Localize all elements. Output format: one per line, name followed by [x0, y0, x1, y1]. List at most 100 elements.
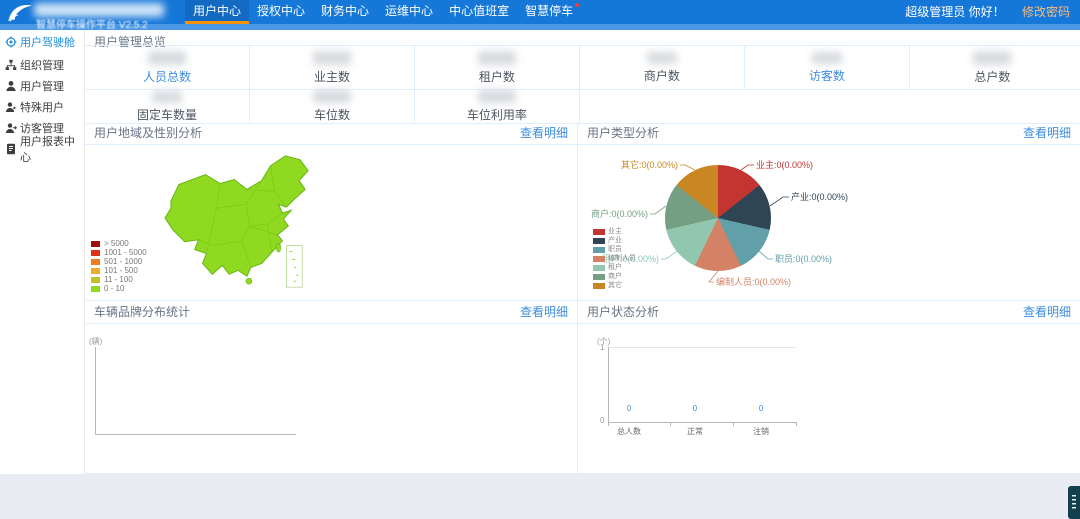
legend-label: 11 - 100 — [104, 275, 133, 284]
hainan-shape — [246, 278, 252, 284]
stat-label: 商户数 — [644, 67, 680, 84]
legend-swatch — [91, 277, 100, 283]
nav-tab-label: 用户中心 — [193, 4, 241, 18]
view-detail-link[interactable]: 查看明细 — [1023, 122, 1071, 144]
x-axis-line — [95, 434, 296, 435]
legend-swatch — [593, 256, 605, 262]
legend-swatch — [593, 238, 605, 244]
nav-tab-label: 财务中心 — [321, 4, 369, 18]
nav-tab-label: 智慧停车 — [525, 4, 573, 18]
pie-label-staff: 职员:0(0.00%) — [775, 254, 832, 264]
view-detail-link[interactable]: 查看明细 — [1023, 301, 1071, 323]
topbar-strip — [0, 24, 1080, 30]
stat-label: 总户数 — [974, 68, 1010, 85]
change-password-link[interactable]: 修改密码 — [1022, 5, 1070, 19]
stat-value-blurred — [973, 51, 1011, 65]
y-tick-1: 1 — [600, 343, 604, 352]
new-badge-dot — [575, 3, 579, 7]
stat-label[interactable]: 人员总数 — [143, 68, 191, 85]
view-detail-link[interactable]: 查看明细 — [520, 122, 568, 144]
y-axis-unit: (辆) — [89, 336, 102, 347]
sidebar-item-org-management[interactable]: 组织管理 — [0, 54, 84, 75]
legend-swatch — [593, 229, 605, 235]
stat-total-persons: 人员总数 — [85, 46, 250, 89]
sidebar-item-user-management[interactable]: 用户管理 — [0, 75, 84, 96]
stat-value-blurred — [647, 52, 677, 64]
user-type-pie-chart[interactable] — [665, 165, 771, 271]
sidebar-item-label: 特殊用户 — [20, 99, 64, 115]
legend-label: 1001 - 5000 — [104, 248, 147, 257]
nav-tab-auth-center[interactable]: 授权中心 — [249, 0, 313, 24]
nav-tab-smart-parking[interactable]: 智慧停车 — [517, 0, 581, 24]
helm-icon — [5, 36, 17, 48]
panel-header: 用户地域及性别分析 查看明细 — [85, 122, 577, 145]
stat-label[interactable]: 访客数 — [809, 67, 845, 84]
stat-space-utilization: 车位利用率 — [415, 90, 580, 123]
x-category: 注销 — [730, 426, 792, 437]
legend-swatch — [593, 283, 605, 289]
map-legend-item[interactable]: 1001 - 5000 — [91, 248, 147, 257]
topbar-right: 超级管理员 你好！ 修改密码 — [905, 0, 1070, 24]
nav-tab-label: 运维中心 — [385, 4, 433, 18]
x-axis-line — [608, 422, 796, 423]
logo-subtitle: 智慧停车操作平台 V2.5.2 — [36, 16, 148, 30]
legend-label: 产业 — [608, 236, 622, 245]
panel-title: 用户地域及性别分析 — [94, 126, 202, 140]
gridline-top — [608, 347, 796, 348]
main-nav: 用户中心 授权中心 财务中心 运维中心 中心值班室 智慧停车 — [185, 0, 581, 24]
legend-label: 101 - 500 — [104, 266, 138, 275]
legend-label: 0 - 10 — [104, 284, 124, 293]
page-footer — [0, 474, 1080, 519]
pie-label-establishment: 编制人员:0(0.00%) — [716, 277, 791, 287]
panel-header: 用户状态分析 查看明细 — [578, 301, 1080, 324]
pie-legend-item[interactable]: 其它 — [593, 281, 636, 290]
sidebar-item-special-users[interactable]: 特殊用户 — [0, 96, 84, 117]
nav-tab-user-center[interactable]: 用户中心 — [185, 0, 249, 24]
map-legend-item[interactable]: 501 - 1000 — [91, 257, 147, 266]
nav-tab-ops-center[interactable]: 运维中心 — [377, 0, 441, 24]
x-category: 总人数 — [598, 426, 660, 437]
nav-tab-label: 中心值班室 — [449, 4, 509, 18]
map-legend-item[interactable]: 0 - 10 — [91, 284, 147, 293]
pie-legend-item[interactable]: 产业 — [593, 236, 636, 245]
sidebar: 用户驾驶舱 组织管理 用户管理 特殊用户 — [0, 30, 85, 474]
stat-fixed-cars: 固定车数量 — [85, 90, 250, 123]
user-greeting: 超级管理员 你好！ — [905, 5, 1004, 19]
sidebar-item-user-reports[interactable]: 用户报表中心 — [0, 138, 84, 159]
pie-legend-item[interactable]: 编制人员 — [593, 254, 636, 263]
user-icon — [5, 80, 17, 92]
legend-label: 其它 — [608, 281, 622, 290]
stat-tenants: 租户数 — [415, 46, 580, 89]
pie-legend-item[interactable]: 租户 — [593, 263, 636, 272]
china-map[interactable] — [115, 147, 365, 295]
pie-legend-item[interactable]: 商户 — [593, 272, 636, 281]
sidebar-item-user-cockpit[interactable]: 用户驾驶舱 — [0, 30, 84, 54]
report-icon — [5, 143, 17, 155]
nav-tab-duty-room[interactable]: 中心值班室 — [441, 0, 517, 24]
legend-swatch — [91, 268, 100, 274]
logo-icon — [7, 2, 33, 22]
stat-visitors: 访客数 — [745, 46, 910, 89]
view-detail-link[interactable]: 查看明细 — [520, 301, 568, 323]
pie-label-industry: 产业:0(0.00%) — [791, 192, 848, 202]
map-legend-item[interactable]: > 5000 — [91, 239, 147, 248]
stats-row-2: 固定车数量 车位数 车位利用率 — [85, 89, 1080, 124]
stats-grid: 人员总数 业主数 租户数 商户数 访客数 — [85, 45, 1080, 124]
y-axis-line — [95, 347, 96, 434]
map-legend-item[interactable]: 101 - 500 — [91, 266, 147, 275]
map-legend: > 5000 1001 - 5000 501 - 1000 101 - 500 … — [91, 239, 147, 293]
legend-label: 业主 — [608, 227, 622, 236]
pie-legend-item[interactable]: 业主 — [593, 227, 636, 236]
legend-swatch — [593, 274, 605, 280]
legend-label: > 5000 — [104, 239, 129, 248]
edge-help-widget[interactable] — [1068, 486, 1080, 519]
app-root: 智慧停车操作平台 V2.5.2 用户中心 授权中心 财务中心 运维中心 中心值班… — [0, 0, 1080, 519]
map-legend-item[interactable]: 11 - 100 — [91, 275, 147, 284]
stat-owners: 业主数 — [250, 46, 415, 89]
pie-label-other: 其它:0(0.00%) — [606, 160, 678, 170]
visitor-icon — [5, 122, 17, 134]
logo-text-redacted — [34, 3, 164, 17]
pie-legend-item[interactable]: 职员 — [593, 245, 636, 254]
stat-value-blurred — [478, 90, 516, 103]
nav-tab-finance-center[interactable]: 财务中心 — [313, 0, 377, 24]
